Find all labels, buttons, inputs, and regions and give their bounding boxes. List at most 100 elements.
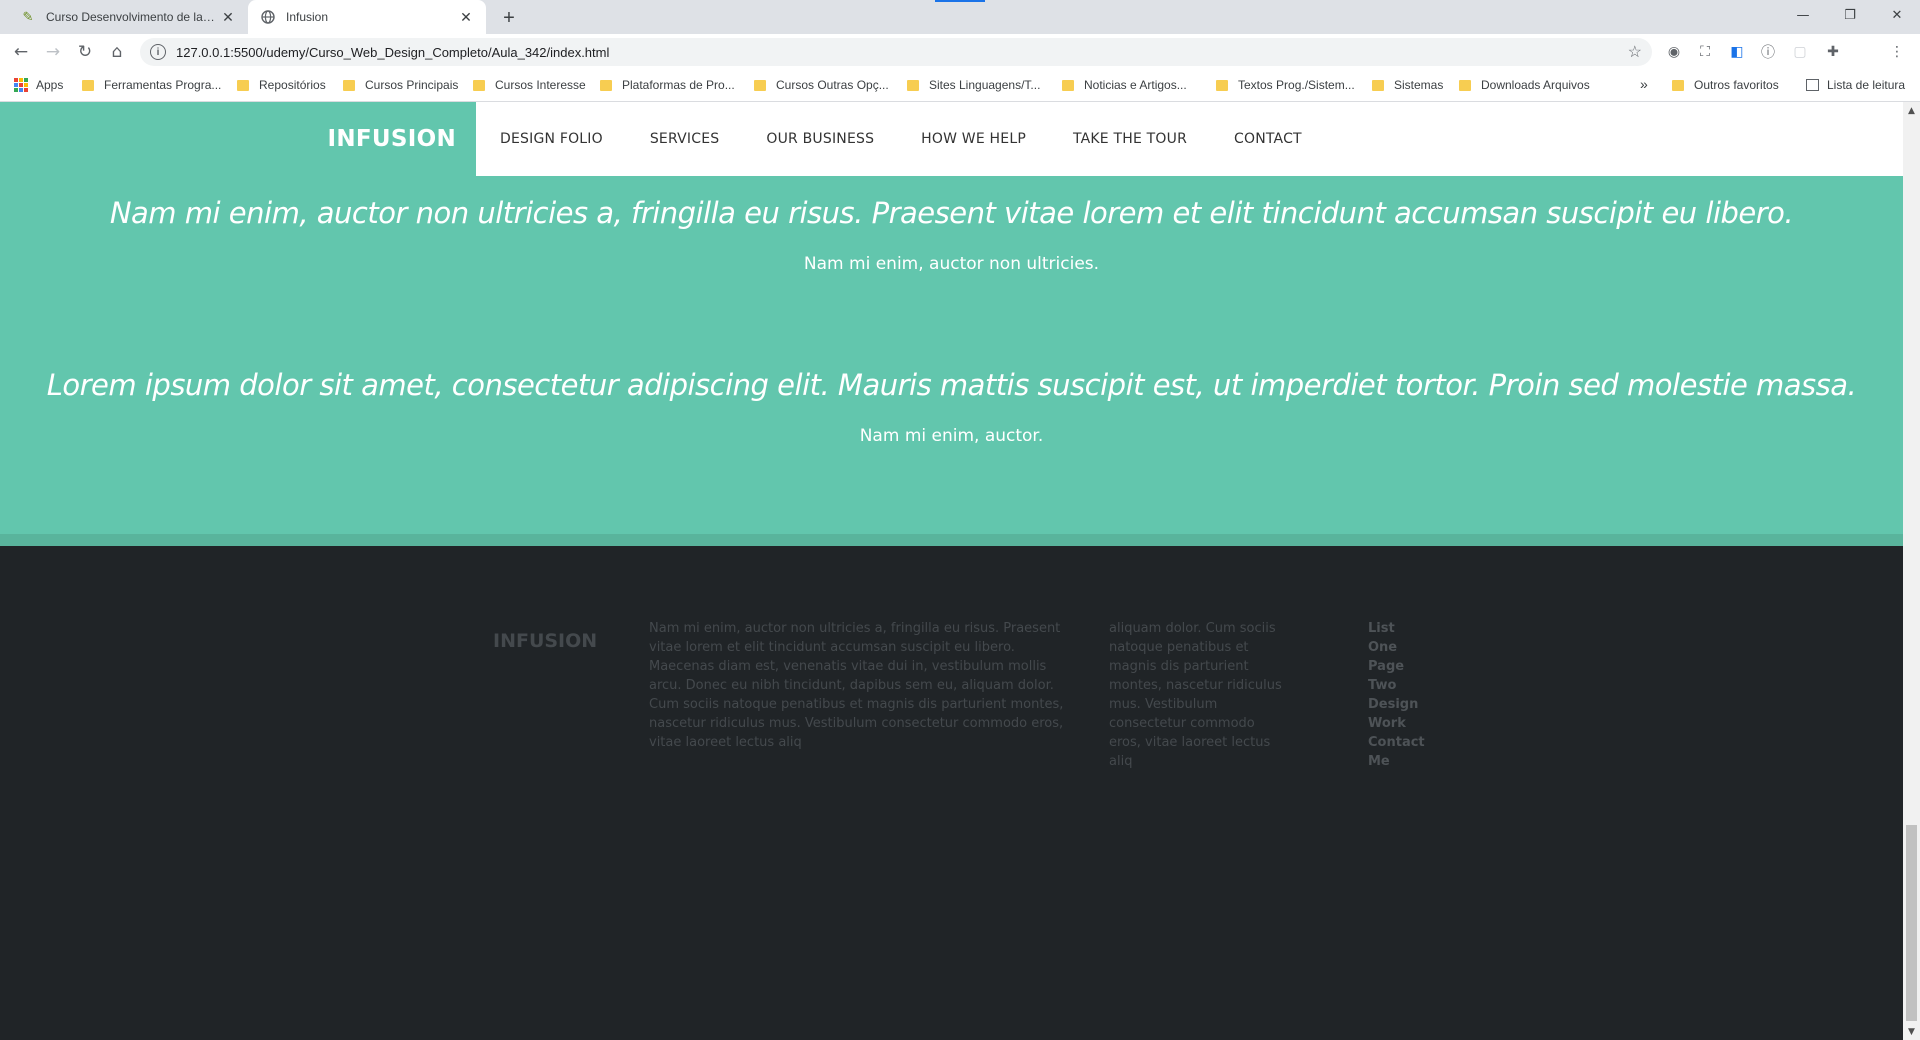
puzzle-icon[interactable]: ✚ (1822, 41, 1844, 63)
forward-arrow-icon[interactable]: → (39, 38, 67, 66)
bookmark-folder[interactable]: Downloads Arquivos (1459, 78, 1590, 92)
logo-box: INFUSION (0, 102, 476, 176)
footer-link[interactable]: List (1368, 619, 1425, 638)
page-scrollbar[interactable]: ▲ ▼ (1903, 102, 1920, 1040)
bookmark-folder[interactable]: Cursos Principais (343, 78, 458, 92)
reading-list-button[interactable]: Lista de leitura (1806, 78, 1905, 92)
testimonial: Lorem ipsum dolor sit amet, consectetur … (0, 368, 1903, 446)
page-viewport: INFUSION DESIGN FOLIO SERVICES OUR BUSIN… (0, 102, 1920, 1040)
section-divider (0, 534, 1903, 546)
bookmark-label: Downloads Arquivos (1481, 78, 1590, 92)
folder-icon (343, 79, 355, 91)
home-icon[interactable]: ⌂ (103, 38, 131, 66)
bookmark-folder[interactable]: Noticias e Artigos... (1062, 78, 1187, 92)
bookmark-folder[interactable]: Sistemas (1372, 78, 1443, 92)
tab-course[interactable]: ✎ Curso Desenvolvimento de layout ✕ (8, 0, 248, 34)
bookmark-label: Cursos Outras Opç... (776, 78, 889, 92)
bookmark-label: Cursos Principais (365, 78, 459, 92)
testimonial: Nam mi enim, auctor non ultricies a, fri… (0, 196, 1903, 274)
restore-button[interactable]: ❐ (1827, 0, 1873, 30)
close-icon[interactable]: ✕ (458, 9, 474, 25)
bookmark-label: Apps (36, 78, 64, 92)
footer-link[interactable]: Contact (1368, 733, 1425, 752)
footer-text-column-1: Nam mi enim, auctor non ultricies a, fri… (649, 621, 1064, 750)
extension-blue-icon[interactable]: ◧ (1726, 41, 1748, 63)
extension-circle-icon[interactable]: ⓘ (1757, 41, 1779, 63)
footer-link[interactable]: Page (1368, 657, 1425, 676)
footer-link[interactable]: Design (1368, 695, 1425, 714)
info-icon[interactable]: i (150, 44, 166, 60)
extension-blank-icon[interactable]: ▢ (1789, 41, 1811, 63)
footer-link[interactable]: Work (1368, 714, 1425, 733)
folder-icon (600, 79, 612, 91)
scroll-up-icon[interactable]: ▲ (1903, 102, 1920, 119)
new-tab-button[interactable]: + (496, 5, 522, 31)
folder-icon (1372, 79, 1384, 91)
bookmark-folder[interactable]: Textos Prog./Sistem... (1216, 78, 1355, 92)
nav-contact[interactable]: CONTACT (1234, 131, 1302, 147)
footer-link[interactable]: Two (1368, 676, 1425, 695)
site-footer: INFUSION Nam mi enim, auctor non ultrici… (0, 546, 1903, 1040)
reload-icon[interactable]: ↻ (71, 38, 99, 66)
window-close-button[interactable]: ✕ (1874, 0, 1920, 30)
nav-services[interactable]: SERVICES (650, 131, 720, 147)
back-arrow-icon[interactable]: ← (7, 38, 35, 66)
bookmarks-overflow-button[interactable]: » (1640, 76, 1648, 92)
testimonial-author: Nam mi enim, auctor non ultricies. (803, 254, 1100, 274)
minimize-button[interactable]: — (1780, 0, 1826, 30)
bookmark-folder[interactable]: Repositórios (237, 78, 326, 92)
footer-link[interactable]: Me (1368, 752, 1425, 771)
bookmark-folder[interactable]: Plataformas de Pro... (600, 78, 735, 92)
screenshot-icon[interactable]: ⛶ (1694, 41, 1716, 63)
testimonial-quote: Nam mi enim, auctor non ultricies a, fri… (109, 196, 1794, 230)
apps-grid-icon (14, 78, 28, 92)
bookmark-label: Ferramentas Progra... (104, 78, 222, 92)
folder-icon (1216, 79, 1228, 91)
address-bar[interactable]: i 127.0.0.1:5500/udemy/Curso_Web_Design_… (140, 38, 1652, 66)
folder-icon (473, 79, 485, 91)
folder-icon (907, 79, 919, 91)
footer-link[interactable]: One (1368, 638, 1425, 657)
bookmark-label: Sistemas (1394, 78, 1444, 92)
tab-title: Infusion (286, 10, 329, 24)
tab-infusion[interactable]: Infusion ✕ (248, 0, 486, 34)
bookmark-folder[interactable]: Sites Linguagens/T... (907, 78, 1040, 92)
bookmark-folder[interactable]: Cursos Outras Opç... (754, 78, 889, 92)
tab-strip: ✎ Curso Desenvolvimento de layout ✕ Infu… (0, 0, 1920, 34)
close-icon[interactable]: ✕ (220, 9, 236, 25)
nav-take-the-tour[interactable]: TAKE THE TOUR (1073, 131, 1187, 147)
folder-icon (1062, 79, 1074, 91)
folder-icon (754, 79, 766, 91)
course-icon: ✎ (22, 9, 34, 24)
bookmark-folder[interactable]: Ferramentas Progra... (82, 78, 221, 92)
testimonial-author: Nam mi enim, auctor. (859, 426, 1044, 446)
footer-links: List One Page Two Design Work Contact Me (1368, 619, 1425, 771)
globe-icon (260, 9, 276, 25)
bookmark-apps[interactable]: Apps (14, 78, 63, 92)
scroll-down-icon[interactable]: ▼ (1903, 1023, 1920, 1040)
testimonial-quote: Lorem ipsum dolor sit amet, consectetur … (46, 368, 1857, 402)
bookmark-other-favorites[interactable]: Outros favoritos (1672, 78, 1779, 92)
folder-icon (1459, 79, 1471, 91)
nav-our-business[interactable]: OUR BUSINESS (766, 131, 874, 147)
bookmark-label: Lista de leitura (1827, 78, 1906, 92)
footer-logo[interactable]: INFUSION (493, 630, 597, 652)
nav-design-folio[interactable]: DESIGN FOLIO (500, 131, 603, 147)
folder-icon (82, 79, 94, 91)
main-nav: DESIGN FOLIO SERVICES OUR BUSINESS HOW W… (476, 102, 1349, 176)
folder-icon (1672, 79, 1684, 91)
bookmark-star-icon[interactable]: ☆ (1628, 42, 1642, 62)
site-logo[interactable]: INFUSION (327, 126, 456, 152)
bookmark-label: Textos Prog./Sistem... (1238, 78, 1355, 92)
bookmarks-bar: Apps Ferramentas Progra... Repositórios … (0, 70, 1920, 102)
url-text: 127.0.0.1:5500/udemy/Curso_Web_Design_Co… (176, 44, 610, 60)
scrollbar-thumb[interactable] (1906, 825, 1917, 1021)
bookmark-label: Plataformas de Pro... (622, 78, 735, 92)
bookmark-folder[interactable]: Cursos Interesse (473, 78, 586, 92)
menu-dots-icon[interactable]: ⋮ (1886, 41, 1908, 63)
nav-how-we-help[interactable]: HOW WE HELP (921, 131, 1026, 147)
tab-search-indicator (935, 0, 985, 2)
reading-list-icon (1806, 79, 1819, 91)
bookmark-label: Cursos Interesse (495, 78, 586, 92)
extension-icon[interactable]: ◉ (1663, 41, 1685, 63)
